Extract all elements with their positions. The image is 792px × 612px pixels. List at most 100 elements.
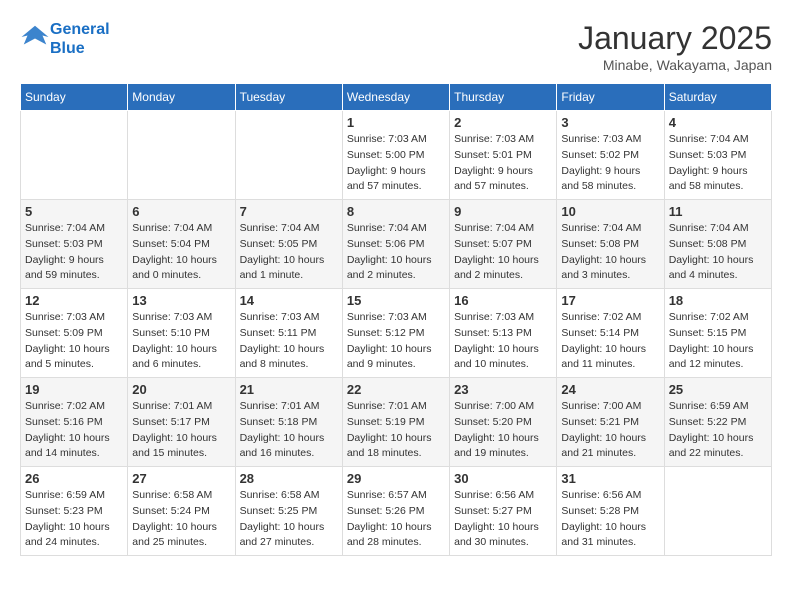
day-number: 17 xyxy=(561,293,659,308)
day-info: Sunrise: 7:02 AMSunset: 5:14 PMDaylight:… xyxy=(561,310,659,373)
day-number: 15 xyxy=(347,293,445,308)
calendar-week-row: 1 Sunrise: 7:03 AMSunset: 5:00 PMDaylight… xyxy=(21,111,772,200)
day-info: Sunrise: 7:03 AMSunset: 5:00 PMDaylight:… xyxy=(347,132,445,195)
day-info: Sunrise: 7:03 AMSunset: 5:12 PMDaylight:… xyxy=(347,310,445,373)
weekday-header-cell: Wednesday xyxy=(342,84,449,111)
day-info: Sunrise: 6:57 AMSunset: 5:26 PMDaylight:… xyxy=(347,488,445,551)
day-info: Sunrise: 7:03 AMSunset: 5:13 PMDaylight:… xyxy=(454,310,552,373)
calendar-day-cell: 4 Sunrise: 7:04 AMSunset: 5:03 PMDaylight… xyxy=(664,111,771,200)
logo: General Blue xyxy=(20,20,110,58)
day-info: Sunrise: 7:04 AMSunset: 5:03 PMDaylight:… xyxy=(669,132,767,195)
day-number: 14 xyxy=(240,293,338,308)
month-title: January 2025 xyxy=(578,20,772,57)
day-number: 12 xyxy=(25,293,123,308)
weekday-header-cell: Saturday xyxy=(664,84,771,111)
logo-text: General Blue xyxy=(50,20,110,58)
day-number: 23 xyxy=(454,382,552,397)
day-number: 5 xyxy=(25,204,123,219)
day-info: Sunrise: 7:04 AMSunset: 5:03 PMDaylight:… xyxy=(25,221,123,284)
day-number: 13 xyxy=(132,293,230,308)
day-info: Sunrise: 7:04 AMSunset: 5:04 PMDaylight:… xyxy=(132,221,230,284)
calendar-day-cell: 8 Sunrise: 7:04 AMSunset: 5:06 PMDaylight… xyxy=(342,200,449,289)
day-number: 1 xyxy=(347,115,445,130)
day-info: Sunrise: 7:01 AMSunset: 5:19 PMDaylight:… xyxy=(347,399,445,462)
calendar-day-cell: 1 Sunrise: 7:03 AMSunset: 5:00 PMDaylight… xyxy=(342,111,449,200)
logo-bird-icon xyxy=(20,22,50,52)
calendar-day-cell: 21 Sunrise: 7:01 AMSunset: 5:18 PMDayligh… xyxy=(235,378,342,467)
day-number: 21 xyxy=(240,382,338,397)
day-info: Sunrise: 7:04 AMSunset: 5:07 PMDaylight:… xyxy=(454,221,552,284)
weekday-header-cell: Sunday xyxy=(21,84,128,111)
calendar-week-row: 19 Sunrise: 7:02 AMSunset: 5:16 PMDayligh… xyxy=(21,378,772,467)
day-info: Sunrise: 6:59 AMSunset: 5:22 PMDaylight:… xyxy=(669,399,767,462)
day-info: Sunrise: 7:00 AMSunset: 5:21 PMDaylight:… xyxy=(561,399,659,462)
calendar-day-cell: 12 Sunrise: 7:03 AMSunset: 5:09 PMDayligh… xyxy=(21,289,128,378)
calendar-day-cell: 31Sunrise: 6:56 AMSunset: 5:28 PMDayligh… xyxy=(557,467,664,556)
calendar-day-cell: 6 Sunrise: 7:04 AMSunset: 5:04 PMDaylight… xyxy=(128,200,235,289)
weekday-header-cell: Monday xyxy=(128,84,235,111)
calendar-day-cell xyxy=(235,111,342,200)
calendar-day-cell: 25 Sunrise: 6:59 AMSunset: 5:22 PMDayligh… xyxy=(664,378,771,467)
weekday-header-row: SundayMondayTuesdayWednesdayThursdayFrid… xyxy=(21,84,772,111)
title-area: January 2025 Minabe, Wakayama, Japan xyxy=(578,20,772,73)
day-number: 3 xyxy=(561,115,659,130)
calendar-day-cell: 23 Sunrise: 7:00 AMSunset: 5:20 PMDayligh… xyxy=(450,378,557,467)
day-info: Sunrise: 6:58 AMSunset: 5:24 PMDaylight:… xyxy=(132,488,230,551)
calendar-week-row: 12 Sunrise: 7:03 AMSunset: 5:09 PMDayligh… xyxy=(21,289,772,378)
weekday-header-cell: Friday xyxy=(557,84,664,111)
calendar-day-cell: 2Sunrise: 7:03 AMSunset: 5:01 PMDaylight… xyxy=(450,111,557,200)
day-number: 6 xyxy=(132,204,230,219)
day-number: 2 xyxy=(454,115,552,130)
day-number: 18 xyxy=(669,293,767,308)
calendar-day-cell xyxy=(664,467,771,556)
calendar-body: 1 Sunrise: 7:03 AMSunset: 5:00 PMDaylight… xyxy=(21,111,772,556)
calendar-day-cell: 16Sunrise: 7:03 AMSunset: 5:13 PMDayligh… xyxy=(450,289,557,378)
day-number: 10 xyxy=(561,204,659,219)
calendar-day-cell: 22 Sunrise: 7:01 AMSunset: 5:19 PMDayligh… xyxy=(342,378,449,467)
day-number: 24 xyxy=(561,382,659,397)
calendar-day-cell xyxy=(128,111,235,200)
day-number: 26 xyxy=(25,471,123,486)
day-info: Sunrise: 7:01 AMSunset: 5:17 PMDaylight:… xyxy=(132,399,230,462)
weekday-header-cell: Thursday xyxy=(450,84,557,111)
day-number: 8 xyxy=(347,204,445,219)
day-info: Sunrise: 7:04 AMSunset: 5:06 PMDaylight:… xyxy=(347,221,445,284)
calendar-day-cell: 11 Sunrise: 7:04 AMSunset: 5:08 PMDayligh… xyxy=(664,200,771,289)
calendar-day-cell: 9Sunrise: 7:04 AMSunset: 5:07 PMDaylight… xyxy=(450,200,557,289)
day-info: Sunrise: 7:03 AMSunset: 5:09 PMDaylight:… xyxy=(25,310,123,373)
calendar-day-cell: 15 Sunrise: 7:03 AMSunset: 5:12 PMDayligh… xyxy=(342,289,449,378)
day-info: Sunrise: 7:03 AMSunset: 5:10 PMDaylight:… xyxy=(132,310,230,373)
day-info: Sunrise: 7:04 AMSunset: 5:05 PMDaylight:… xyxy=(240,221,338,284)
day-info: Sunrise: 6:58 AMSunset: 5:25 PMDaylight:… xyxy=(240,488,338,551)
day-number: 11 xyxy=(669,204,767,219)
calendar-day-cell: 17 Sunrise: 7:02 AMSunset: 5:14 PMDayligh… xyxy=(557,289,664,378)
day-info: Sunrise: 7:04 AMSunset: 5:08 PMDaylight:… xyxy=(669,221,767,284)
day-number: 19 xyxy=(25,382,123,397)
calendar-day-cell: 26 Sunrise: 6:59 AMSunset: 5:23 PMDayligh… xyxy=(21,467,128,556)
calendar-day-cell: 30 Sunrise: 6:56 AMSunset: 5:27 PMDayligh… xyxy=(450,467,557,556)
day-number: 20 xyxy=(132,382,230,397)
weekday-header-cell: Tuesday xyxy=(235,84,342,111)
calendar-day-cell: 7Sunrise: 7:04 AMSunset: 5:05 PMDaylight… xyxy=(235,200,342,289)
calendar-table: SundayMondayTuesdayWednesdayThursdayFrid… xyxy=(20,83,772,556)
day-info: Sunrise: 6:59 AMSunset: 5:23 PMDaylight:… xyxy=(25,488,123,551)
calendar-week-row: 26 Sunrise: 6:59 AMSunset: 5:23 PMDayligh… xyxy=(21,467,772,556)
day-number: 27 xyxy=(132,471,230,486)
calendar-day-cell: 28 Sunrise: 6:58 AMSunset: 5:25 PMDayligh… xyxy=(235,467,342,556)
day-number: 31 xyxy=(561,471,659,486)
day-number: 25 xyxy=(669,382,767,397)
day-number: 4 xyxy=(669,115,767,130)
calendar-day-cell: 13 Sunrise: 7:03 AMSunset: 5:10 PMDayligh… xyxy=(128,289,235,378)
calendar-day-cell: 20 Sunrise: 7:01 AMSunset: 5:17 PMDayligh… xyxy=(128,378,235,467)
calendar-day-cell xyxy=(21,111,128,200)
day-info: Sunrise: 7:01 AMSunset: 5:18 PMDaylight:… xyxy=(240,399,338,462)
calendar-day-cell: 19 Sunrise: 7:02 AMSunset: 5:16 PMDayligh… xyxy=(21,378,128,467)
day-number: 29 xyxy=(347,471,445,486)
day-info: Sunrise: 6:56 AMSunset: 5:27 PMDaylight:… xyxy=(454,488,552,551)
day-info: Sunrise: 7:00 AMSunset: 5:20 PMDaylight:… xyxy=(454,399,552,462)
day-info: Sunrise: 7:02 AMSunset: 5:16 PMDaylight:… xyxy=(25,399,123,462)
day-number: 30 xyxy=(454,471,552,486)
day-info: Sunrise: 7:04 AMSunset: 5:08 PMDaylight:… xyxy=(561,221,659,284)
day-number: 28 xyxy=(240,471,338,486)
day-number: 22 xyxy=(347,382,445,397)
